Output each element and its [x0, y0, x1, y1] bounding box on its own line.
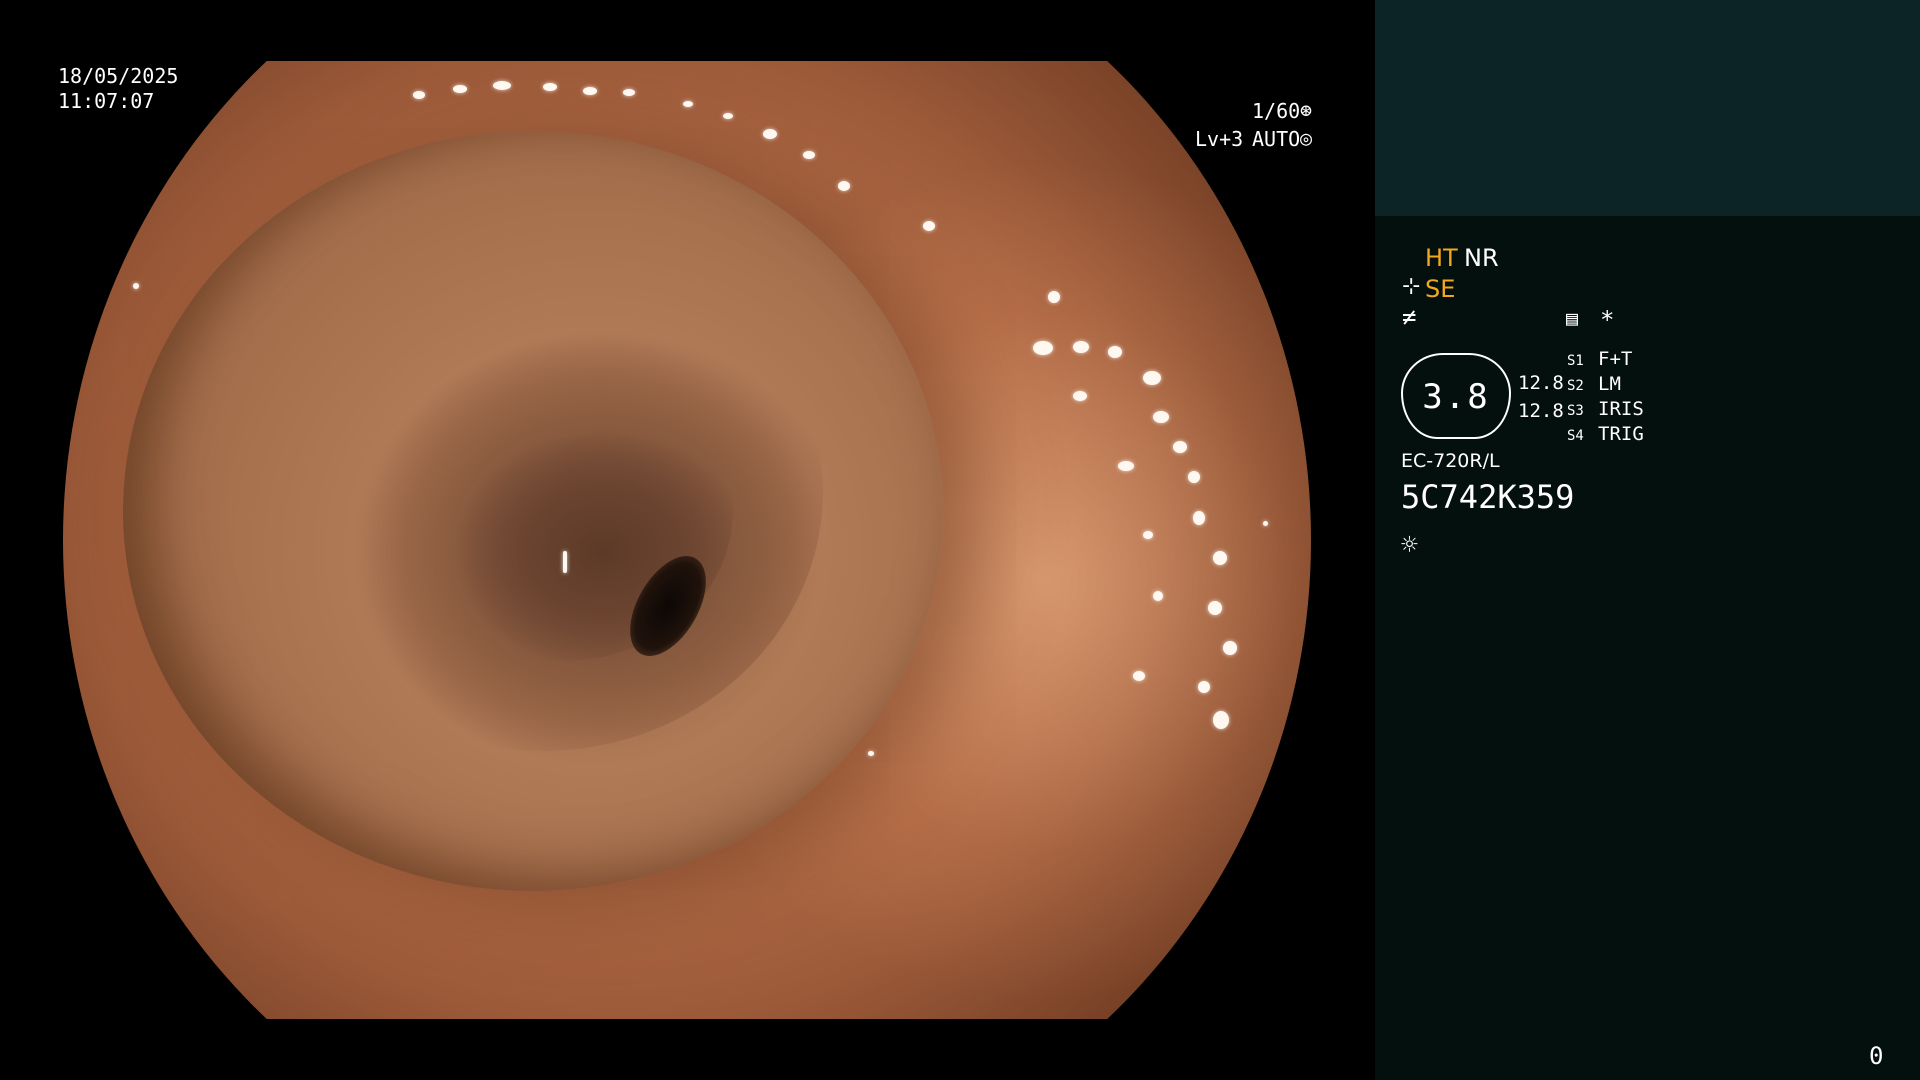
- light-reflection: [803, 151, 815, 159]
- light-reflection: [1133, 671, 1145, 681]
- patient-info-area: [1375, 0, 1920, 216]
- light-reflection: [838, 181, 850, 191]
- light-reflection: [623, 89, 635, 96]
- light-reflection: [1073, 391, 1087, 401]
- light-reflection: [1223, 641, 1237, 655]
- light-reflection: [1108, 346, 1122, 358]
- light-icon: ☼: [1401, 528, 1418, 561]
- light-reflection: [1033, 341, 1053, 355]
- light-reflection: [1173, 441, 1187, 453]
- readout-2: 12.8: [1518, 400, 1564, 422]
- light-reflection: [493, 81, 511, 90]
- light-reflection: [1193, 511, 1205, 525]
- exam-date: 18/05/2025: [58, 64, 179, 88]
- light-reflection: [1213, 551, 1227, 565]
- dial-value: 3.8: [1422, 377, 1490, 417]
- info-panel: [1375, 0, 1920, 1080]
- switch-value-s4: TRIG: [1598, 423, 1644, 445]
- ht-mode: HT: [1425, 244, 1458, 272]
- switch-key-s4: S4: [1567, 428, 1584, 444]
- light-reflection: [683, 101, 693, 107]
- scope-model: EC-720R/L: [1401, 450, 1500, 472]
- light-reflection: [1048, 291, 1060, 303]
- switch-value-s3: IRIS: [1598, 398, 1644, 420]
- light-reflection: [543, 83, 557, 91]
- light-reflection: [1073, 341, 1089, 353]
- asterisk-icon: *: [1600, 306, 1615, 334]
- light-reflection: [1188, 471, 1200, 483]
- hand-icon: ⊹: [1402, 274, 1421, 299]
- light-reflection: [923, 221, 935, 231]
- light-reflection: [1263, 521, 1268, 526]
- light-reflection: [763, 129, 777, 139]
- light-reflection: [583, 87, 597, 95]
- frame-counter: 0: [1869, 1042, 1884, 1070]
- memo-icon: ▤: [1566, 306, 1579, 330]
- light-reflection: [453, 85, 467, 93]
- switch-key-s2: S2: [1567, 378, 1584, 394]
- light-reflection: [133, 283, 139, 289]
- light-reflection: [1198, 681, 1210, 693]
- light-reflection: [868, 751, 874, 756]
- light-reflection: [563, 551, 567, 573]
- light-reflection: [1118, 461, 1134, 471]
- switch-value-s1: F+T: [1598, 348, 1633, 370]
- iris-icon: ◎: [1300, 126, 1313, 150]
- scope-dial: 3.8: [1401, 353, 1511, 439]
- se-mode: SE: [1425, 275, 1456, 303]
- light-reflection: [723, 113, 733, 119]
- brightness-level: Lv+3: [1195, 127, 1244, 151]
- endoscope-image: [63, 61, 1311, 1019]
- light-reflection: [1208, 601, 1222, 615]
- light-reflection: [413, 91, 425, 99]
- light-reflection: [1143, 531, 1153, 539]
- light-reflection: [1213, 711, 1229, 729]
- exam-time: 11:07:07: [58, 89, 155, 113]
- nr-mode: NR: [1464, 244, 1499, 272]
- iris-mode: AUTO: [1252, 127, 1301, 151]
- switch-key-s3: S3: [1567, 403, 1584, 419]
- scope-serial: 5C742K359: [1401, 478, 1575, 516]
- light-reflection: [1153, 591, 1163, 601]
- shutter-icon: ⊛: [1300, 98, 1313, 122]
- endoscopy-monitor: 18/05/2025 11:07:07 1/60 ⊛ Lv+3 AUTO ◎ H…: [0, 0, 1920, 1080]
- shutter-speed: 1/60: [1252, 99, 1301, 123]
- light-reflection: [1143, 371, 1161, 385]
- readout-1: 12.8: [1518, 372, 1564, 394]
- enhance-icon: ≠: [1402, 303, 1417, 331]
- switch-key-s1: S1: [1567, 353, 1584, 369]
- light-reflection: [1153, 411, 1169, 423]
- switch-value-s2: LM: [1598, 373, 1621, 395]
